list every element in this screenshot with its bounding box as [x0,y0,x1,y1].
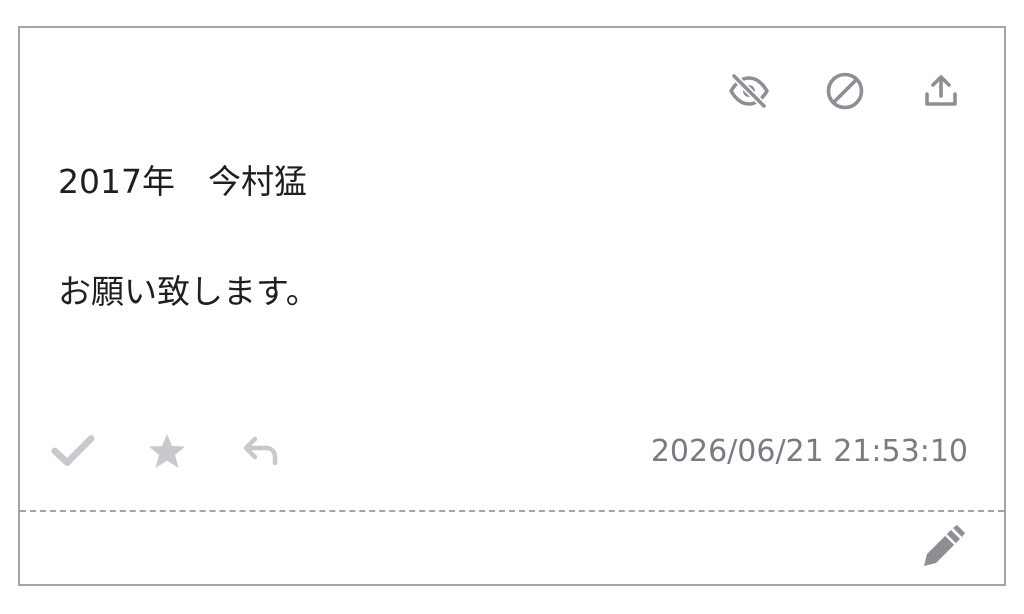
reply-icon [243,436,278,466]
message-actions [726,68,964,114]
check-icon [51,435,95,466]
eye-slash-icon [729,73,769,109]
reaction-bar [50,428,284,474]
star-icon [149,434,185,468]
block-button[interactable] [822,68,868,114]
favorite-button[interactable] [144,428,190,474]
message-title-line: 2017年 今村猛 [58,162,307,201]
ban-icon [826,72,864,110]
card-divider [20,510,1004,512]
upload-icon [925,75,957,106]
hide-button[interactable] [726,68,772,114]
message-card: 2017年 今村猛 お願い致します。 2026/06/21 21:53:10 [18,26,1006,586]
message-spacer [58,206,958,268]
message-timestamp: 2026/06/21 21:53:10 [650,433,968,469]
message-text-line: お願い致します。 [58,272,319,311]
share-button[interactable] [918,68,964,114]
reply-button[interactable] [238,428,284,474]
message-body: 2017年 今村猛 お願い致します。 [58,158,958,316]
message-footer: 2026/06/21 21:53:10 [50,426,968,476]
edit-button[interactable] [918,522,968,572]
mark-read-button[interactable] [50,428,96,474]
pencil-icon [924,525,965,566]
